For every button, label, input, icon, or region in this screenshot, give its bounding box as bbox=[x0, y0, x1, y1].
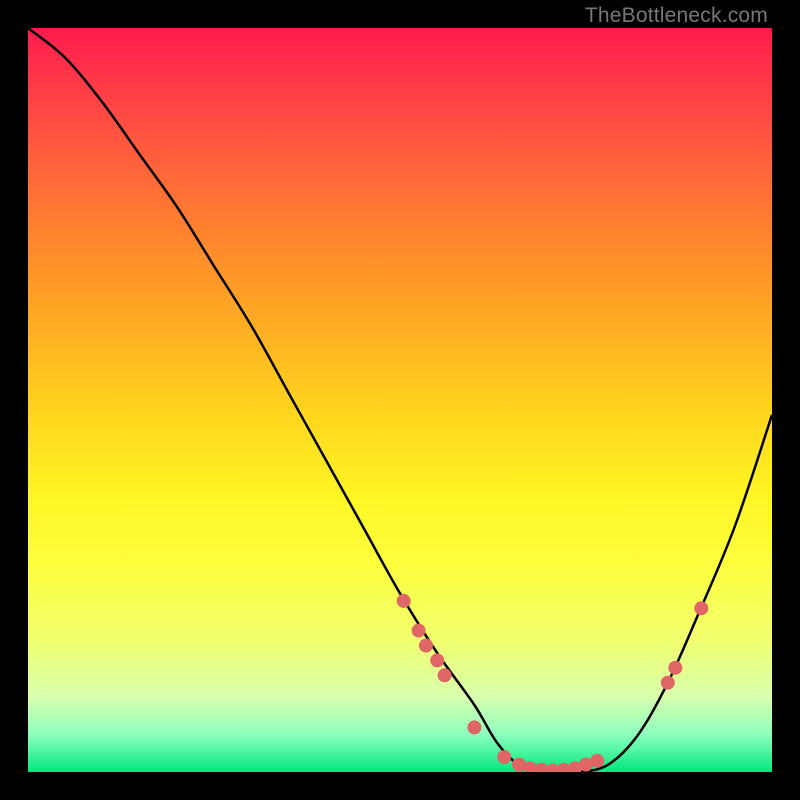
data-marker bbox=[467, 720, 481, 734]
data-marker bbox=[412, 624, 426, 638]
data-marker bbox=[590, 754, 604, 768]
data-marker bbox=[419, 639, 433, 653]
chart-svg bbox=[28, 28, 772, 772]
data-marker bbox=[438, 668, 452, 682]
data-marker bbox=[661, 676, 675, 690]
chart-plot-area bbox=[28, 28, 772, 772]
data-marker bbox=[668, 661, 682, 675]
data-marker bbox=[497, 750, 511, 764]
data-marker bbox=[694, 601, 708, 615]
data-markers bbox=[397, 594, 709, 772]
bottleneck-curve bbox=[28, 28, 772, 772]
data-marker bbox=[397, 594, 411, 608]
watermark-text: TheBottleneck.com bbox=[585, 4, 768, 28]
data-marker bbox=[430, 653, 444, 667]
